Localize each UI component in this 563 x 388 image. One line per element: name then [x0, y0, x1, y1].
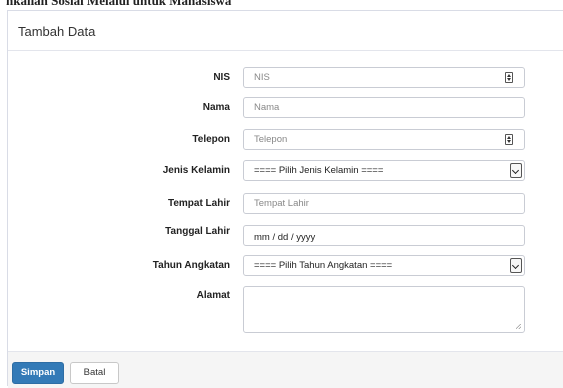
jenis-kelamin-selected: ==== Pilih Jenis Kelamin ==== — [254, 165, 384, 176]
resize-grip-icon[interactable] — [516, 324, 521, 329]
chevron-down-icon[interactable] — [510, 163, 522, 178]
top-strip: nkalian Sosial Melalui untuk Mahasiswa — [0, 0, 563, 9]
alamat-textarea[interactable] — [243, 286, 525, 333]
tahun-angkatan-select[interactable]: ==== Pilih Tahun Angkatan ==== — [243, 255, 525, 276]
nama-label: Nama — [202, 102, 230, 113]
tahun-angkatan-selected: ==== Pilih Tahun Angkatan ==== — [254, 260, 393, 271]
nis-placeholder: NIS — [254, 72, 270, 83]
tempat-lahir-label: Tempat Lahir — [167, 198, 230, 209]
page-heading-cropped: nkalian Sosial Melalui untuk Mahasiswa — [6, 0, 232, 8]
tempat-lahir-placeholder: Tempat Lahir — [254, 198, 309, 209]
tanggal-lahir-value: mm / dd / yyyy — [254, 232, 316, 243]
cancel-button[interactable]: Batal — [70, 362, 119, 384]
nis-label: NIS — [213, 72, 230, 83]
tanggal-lahir-input[interactable]: mm / dd / yyyy — [243, 225, 525, 246]
jenis-kelamin-label: Jenis Kelamin — [162, 165, 230, 176]
telepon-placeholder: Telepon — [254, 134, 288, 145]
tempat-lahir-input[interactable]: Tempat Lahir — [243, 193, 525, 214]
alamat-label: Alamat — [196, 290, 230, 301]
save-button[interactable]: Simpan — [12, 362, 64, 384]
nis-input[interactable]: NIS — [243, 67, 525, 88]
panel-footer: Simpan Batal — [8, 351, 563, 388]
tanggal-lahir-label: Tanggal Lahir — [165, 226, 230, 237]
tahun-angkatan-label: Tahun Angkatan — [152, 260, 230, 271]
nama-placeholder: Nama — [254, 102, 280, 113]
number-spinner-icon[interactable] — [505, 134, 513, 145]
add-data-panel: Tambah Data NIS NIS Nama Nama Telepon Te… — [7, 10, 563, 388]
panel-title: Tambah Data — [8, 11, 563, 51]
nama-input[interactable]: Nama — [243, 97, 525, 118]
jenis-kelamin-select[interactable]: ==== Pilih Jenis Kelamin ==== — [243, 160, 525, 181]
chevron-down-icon[interactable] — [510, 258, 522, 273]
number-spinner-icon[interactable] — [505, 72, 513, 83]
telepon-label: Telepon — [192, 134, 230, 145]
telepon-input[interactable]: Telepon — [243, 129, 525, 150]
